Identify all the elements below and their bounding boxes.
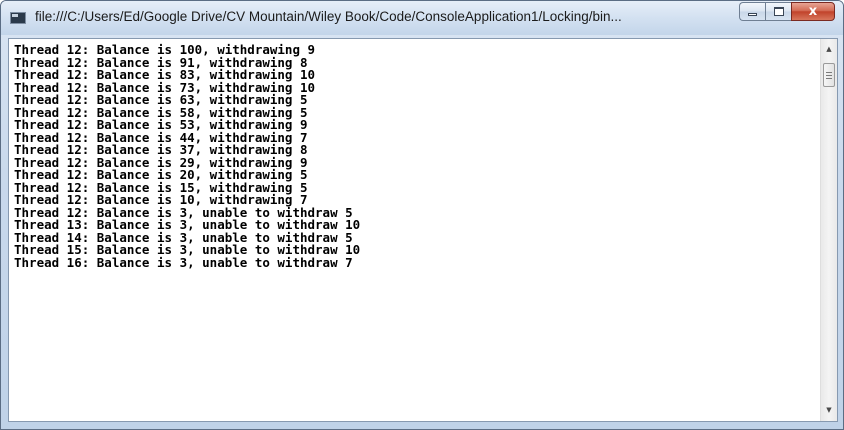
thumb-grip-line — [826, 75, 832, 76]
scrollbar-thumb[interactable] — [823, 63, 835, 87]
console-line: Thread 16: Balance is 3, unable to withd… — [14, 254, 353, 270]
close-icon: x — [808, 4, 818, 19]
window-title: file:///C:/Users/Ed/Google Drive/CV Moun… — [35, 9, 622, 24]
scroll-up-arrow-icon[interactable]: ▲ — [821, 41, 837, 58]
vertical-scrollbar[interactable]: ▲ ▼ — [820, 39, 837, 421]
console-window: file:///C:/Users/Ed/Google Drive/CV Moun… — [0, 0, 844, 430]
minimize-button[interactable] — [739, 2, 765, 21]
thumb-grip-line — [826, 78, 832, 79]
maximize-button[interactable] — [765, 2, 791, 21]
minimize-icon — [748, 13, 757, 16]
console-client-area: Thread 12: Balance is 100, withdrawing 9… — [8, 38, 838, 422]
maximize-icon — [774, 7, 784, 16]
console-window-icon[interactable] — [10, 12, 26, 24]
close-button[interactable]: x — [791, 2, 835, 21]
console-output[interactable]: Thread 12: Balance is 100, withdrawing 9… — [9, 39, 819, 421]
scroll-down-arrow-icon[interactable]: ▼ — [821, 402, 837, 419]
thumb-grip-line — [826, 72, 832, 73]
title-bar[interactable]: file:///C:/Users/Ed/Google Drive/CV Moun… — [1, 1, 843, 35]
caption-buttons: x — [739, 2, 835, 22]
